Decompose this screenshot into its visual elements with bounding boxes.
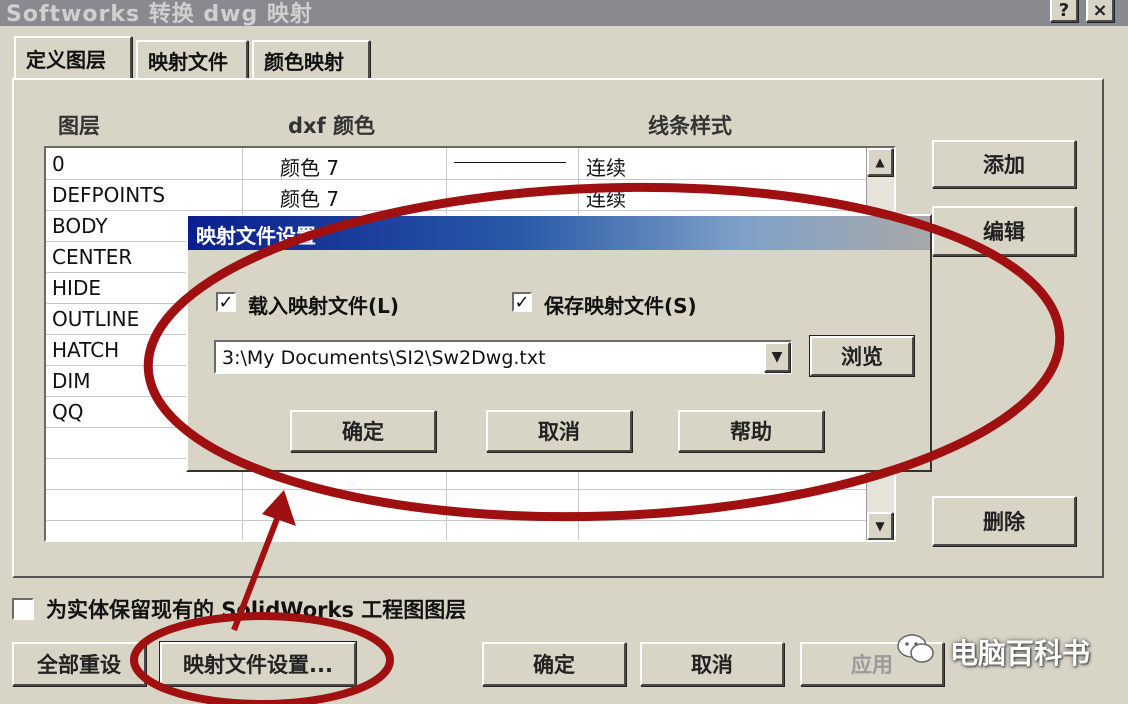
column-header-color: dxf 颜色 [288,114,376,138]
layer-linetype: 连续 [586,187,626,211]
layer-name: DEFPOINTS [52,183,166,207]
browse-button[interactable]: 浏览 [809,335,915,377]
wechat-icon [896,632,936,666]
keep-layers-checkbox[interactable] [12,598,34,620]
chevron-down-icon[interactable]: ▼ [764,342,790,372]
layer-name: QQ [52,400,84,424]
save-mapping-checkbox[interactable]: ✓ [512,292,532,312]
dialog-help-button[interactable]: 帮助 [678,410,824,452]
tab-color-mapping[interactable]: 颜色映射 [252,40,370,78]
dialog-cancel-button[interactable]: 取消 [486,410,632,452]
scroll-up-button[interactable]: ▲ [867,148,893,176]
column-header-layer: 图层 [58,114,100,138]
edit-button[interactable]: 编辑 [932,206,1076,256]
mapping-path-value: 3:\My Documents\SI2\Sw2Dwg.txt [222,347,546,369]
layer-name: CENTER [52,245,133,269]
column-header-linetype: 线条样式 [648,114,732,138]
table-row[interactable]: DEFPOINTS 颜色 7 连续 [46,179,894,211]
tab-mapping-file[interactable]: 映射文件 [136,40,248,78]
dialog-title: 映射文件设置 [196,224,316,248]
linetype-preview [454,162,566,163]
mapping-file-dialog: 映射文件设置 ✓ 载入映射文件(L) ✓ 保存映射文件(S) 3:\My Doc… [186,214,932,472]
layer-name: OUTLINE [52,307,140,331]
mapping-path-combo[interactable]: 3:\My Documents\SI2\Sw2Dwg.txt ▼ [214,340,792,374]
dialog-titlebar: 映射文件设置 [188,216,930,250]
watermark-text: 电脑百科书 [950,637,1091,670]
save-mapping-label: 保存映射文件(S) [544,294,697,318]
layer-name: BODY [52,214,108,238]
layer-name: HIDE [52,276,101,300]
dialog-ok-button[interactable]: 确定 [290,410,436,452]
cancel-button[interactable]: 取消 [640,642,784,686]
keep-layers-label: 为实体保留现有的 SolidWorks 工程图图层 [46,598,467,622]
window-title: Softworks 转换 dwg 映射 [6,2,313,27]
layer-name: HATCH [52,338,120,362]
add-button[interactable]: 添加 [932,140,1076,188]
ok-button[interactable]: 确定 [482,642,626,686]
table-row[interactable]: 0 颜色 7 连续 [46,148,894,180]
scroll-down-button[interactable]: ▼ [867,512,893,540]
reset-all-button[interactable]: 全部重设 [12,642,146,686]
close-button[interactable]: × [1086,0,1114,22]
layer-name: 0 [52,152,65,176]
help-button[interactable]: ? [1050,0,1078,22]
window-titlebar: Softworks 转换 dwg 映射 ? × [0,0,1128,27]
tab-define-layers[interactable]: 定义图层 [14,36,132,78]
load-mapping-checkbox[interactable]: ✓ [216,292,236,312]
layer-color: 颜色 7 [280,187,340,211]
table-row[interactable] [46,489,894,521]
delete-button[interactable]: 删除 [932,496,1076,546]
layer-linetype: 连续 [586,156,626,180]
layer-name: DIM [52,369,91,393]
mapping-settings-button[interactable]: 映射文件设置... [159,641,357,687]
load-mapping-label: 载入映射文件(L) [248,294,400,318]
layer-color: 颜色 7 [280,156,340,180]
